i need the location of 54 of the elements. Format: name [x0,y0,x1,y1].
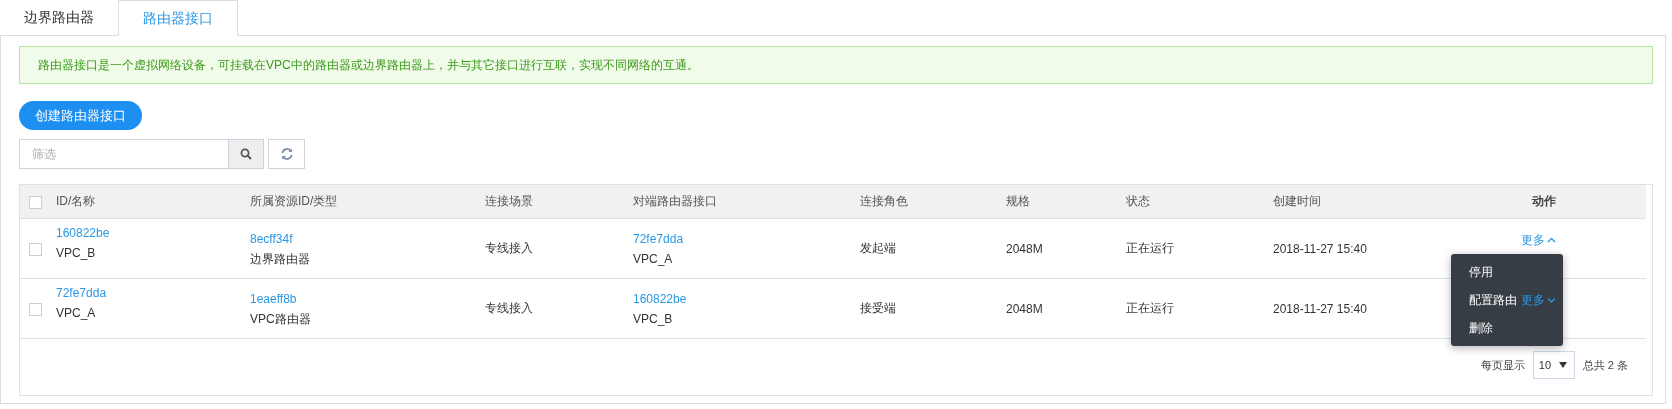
caret-icon [1547,297,1556,304]
column-header: 对端路由器接口 [633,194,717,208]
filter-field[interactable]: 筛选 [19,139,229,169]
table-cell: 2048M [1006,241,1043,256]
column-header: 动作 [1531,194,1556,208]
column-header: 状态 [1126,194,1150,208]
column-header: 创建时间 [1273,194,1321,208]
caret-icon [1547,237,1556,244]
table-cell-text: VPC_A [633,250,674,268]
select-value: 10 [1538,359,1551,371]
per-page-select[interactable]: 10 [1532,351,1575,379]
id-link[interactable]: 160822be [633,289,848,308]
checkbox[interactable] [29,242,42,256]
column-header: 所属资源ID/类型 [250,194,338,208]
column-header: ID/名称 [56,194,96,208]
search-icon [240,148,252,160]
menu-item[interactable]: 停用 [1469,258,1493,286]
id-link[interactable]: 72fe7dda [633,229,848,248]
table-cell: 正在运行 [1126,241,1174,255]
more-link[interactable]: 更多 [1521,232,1556,249]
tab[interactable]: 路由器接口 [118,0,238,36]
table-cell-text: VPC_A [56,305,97,322]
column-header: 连接角色 [860,194,908,208]
table-cell: 2018-11-27 15:40 [1273,241,1367,256]
table-cell-text: VPC_B [56,245,97,262]
checkbox[interactable] [29,195,42,209]
create-button[interactable]: 创建路由器接口 [19,101,142,130]
table-cell: 2018-11-27 15:40 [1273,301,1367,316]
total-count: 总共 2 条 [1582,357,1628,373]
table-cell: 发起端 [860,241,896,255]
checkbox[interactable] [29,302,42,316]
table-cell-text: VPC路由器 [250,310,312,328]
dropdown-arrow-icon [1558,362,1567,368]
column-header: 连接场景 [485,194,533,208]
id-link[interactable]: 160822be [56,224,238,242]
table-cell: 专线接入 [485,241,533,255]
id-link[interactable]: 1eaeff8b [250,289,473,308]
column-header: 规格 [1006,194,1030,208]
id-link[interactable]: 8ecff34f [250,229,473,248]
table-cell: 正在运行 [1126,301,1174,315]
search-button[interactable] [229,139,264,169]
more-link[interactable]: 更多 [1521,292,1556,309]
table-cell-text: VPC_B [633,310,674,328]
info-notice: 路由器接口是一个虚拟网络设备，可挂载在VPC中的路由器或边界路由器上，并与其它接口进行互联，实现不同网络的互通。 [19,46,1653,84]
id-link[interactable]: 72fe7dda [56,284,238,302]
per-page-label: 每页显示 [1480,357,1525,373]
table-cell-text: 边界路由器 [250,250,311,268]
menu-item[interactable]: 配置路由 [1469,286,1517,314]
table-cell: 接受端 [860,301,896,315]
table-cell: 2048M [1006,301,1043,316]
refresh-icon [279,147,294,161]
menu-item[interactable]: 删除 [1469,314,1493,342]
table-cell: 专线接入 [485,301,533,315]
refresh-button[interactable] [268,139,305,169]
